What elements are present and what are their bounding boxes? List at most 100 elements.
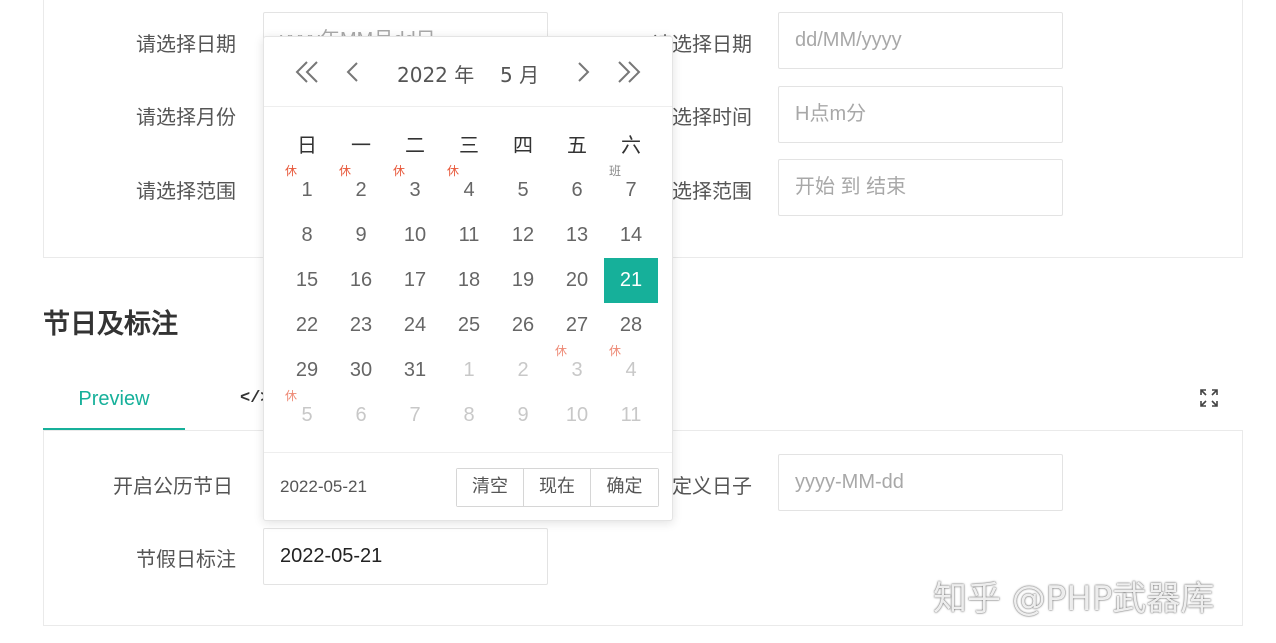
month-label: 请选择月份: [136, 105, 236, 129]
day-number: 6: [571, 179, 583, 201]
prev-year-icon[interactable]: [292, 57, 322, 87]
clear-button[interactable]: 清空: [457, 469, 524, 506]
day-number: 26: [511, 314, 535, 336]
calendar-day[interactable]: 18: [442, 258, 496, 303]
holiday-mark: 休: [447, 164, 460, 178]
holiday-toggle-label: 开启公历节日: [113, 474, 233, 498]
calendar-day[interactable]: 13: [550, 213, 604, 258]
day-number: 19: [511, 269, 535, 291]
picker-month[interactable]: 5 月: [500, 59, 539, 88]
calendar-day[interactable]: 6: [550, 168, 604, 213]
calendar-day[interactable]: 休1: [280, 164, 334, 213]
day-number: 4: [463, 179, 475, 201]
tab-preview[interactable]: Preview: [43, 378, 185, 431]
calendar-day[interactable]: 1: [442, 348, 496, 393]
calendar-day[interactable]: 6: [334, 393, 388, 438]
prev-month-icon[interactable]: [338, 57, 368, 87]
calendar-day[interactable]: 8: [442, 393, 496, 438]
range-input[interactable]: 开始 到 结束: [778, 159, 1063, 216]
weekday-label: 五: [567, 133, 587, 157]
day-number: 2: [517, 359, 529, 381]
holiday-mark-input[interactable]: 2022-05-21: [263, 528, 548, 585]
calendar-day[interactable]: 休3: [388, 164, 442, 213]
calendar-week-row: 休1休2休3休456班7: [280, 164, 658, 213]
calendar-week-row: 休 5 6 7 8 9 10 11: [280, 389, 658, 438]
calendar-day[interactable]: 19: [496, 258, 550, 303]
calendar-day[interactable]: 30: [334, 348, 388, 393]
day-number: 3: [409, 179, 421, 201]
day-number: 2: [355, 179, 367, 201]
calendar-day[interactable]: 5: [496, 168, 550, 213]
calendar-day[interactable]: 14: [604, 213, 658, 258]
workday-mark: 班: [609, 164, 622, 178]
date-input-ddmmyyyy[interactable]: dd/MM/yyyy: [778, 12, 1063, 69]
weekday-header: 日一二三四五六: [280, 122, 658, 168]
day-number: 30: [349, 359, 373, 381]
calendar-day[interactable]: 24: [388, 303, 442, 348]
fullscreen-icon[interactable]: [1199, 388, 1219, 408]
calendar-grid: 日一二三四五六 休 1 休 2 休 3 休 4 5 6 班 7 8 9 10 11 12 13 14 15 16 17 18…: [280, 122, 658, 438]
calendar-day[interactable]: 9: [496, 393, 550, 438]
calendar-day[interactable]: 休4: [604, 344, 658, 393]
calendar-day[interactable]: 23: [334, 303, 388, 348]
picker-button-group: 清空 现在 确定: [456, 468, 659, 507]
day-number: 12: [511, 224, 535, 246]
picker-selected-value: 2022-05-21: [280, 477, 367, 496]
now-button[interactable]: 现在: [524, 469, 591, 506]
day-number: 14: [619, 224, 643, 246]
calendar-day[interactable]: 22: [280, 303, 334, 348]
custom-day-input[interactable]: yyyy-MM-dd: [778, 454, 1063, 511]
calendar-day[interactable]: 2: [496, 348, 550, 393]
calendar-day[interactable]: 11: [604, 393, 658, 438]
calendar-day[interactable]: 10: [550, 393, 604, 438]
calendar-day-selected[interactable]: 21: [604, 258, 658, 303]
day-number: 28: [619, 314, 643, 336]
calendar-day[interactable]: 12: [496, 213, 550, 258]
day-number: 27: [565, 314, 589, 336]
calendar-day[interactable]: 16: [334, 258, 388, 303]
day-number: 20: [565, 269, 589, 291]
calendar-day[interactable]: 17: [388, 258, 442, 303]
calendar-day[interactable]: 休4: [442, 164, 496, 213]
calendar-day[interactable]: 26: [496, 303, 550, 348]
calendar-day[interactable]: 9: [334, 213, 388, 258]
next-month-icon[interactable]: [568, 57, 598, 87]
calendar-day[interactable]: 7: [388, 393, 442, 438]
calendar-week-row: 8 9 10 11 12 13 14: [280, 213, 658, 258]
day-number: 1: [301, 179, 313, 201]
day-number: 24: [403, 314, 427, 336]
picker-year[interactable]: 2022 年: [397, 59, 474, 88]
calendar-week-row: 29 30 31 1 2 休 3 休 4: [280, 344, 658, 393]
day-number: 29: [295, 359, 319, 381]
calendar-day[interactable]: 20: [550, 258, 604, 303]
holiday-mark: 休: [285, 164, 298, 178]
day-number: 8: [463, 404, 475, 426]
day-number: 7: [409, 404, 421, 426]
day-number: 4: [625, 359, 637, 381]
time-input[interactable]: H点m分: [778, 86, 1063, 143]
holiday-mark-label: 节假日标注: [136, 547, 236, 571]
calendar-day[interactable]: 31: [388, 348, 442, 393]
day-number: 7: [625, 179, 637, 201]
confirm-button[interactable]: 确定: [591, 469, 658, 506]
picker-footer: 2022-05-21 清空 现在 确定: [264, 452, 672, 522]
holiday-mark: 休: [339, 164, 352, 178]
calendar-day[interactable]: 班7: [604, 164, 658, 213]
calendar-day[interactable]: 10: [388, 213, 442, 258]
calendar-day[interactable]: 8: [280, 213, 334, 258]
calendar-day[interactable]: 25: [442, 303, 496, 348]
calendar-day[interactable]: 11: [442, 213, 496, 258]
day-number: 1: [463, 359, 475, 381]
date-label: 请选择日期: [136, 32, 236, 56]
range-label: 请选择范围: [136, 179, 236, 203]
calendar-day[interactable]: 休2: [334, 164, 388, 213]
calendar-day[interactable]: 15: [280, 258, 334, 303]
day-number: 11: [458, 224, 480, 246]
calendar-day[interactable]: 休3: [550, 344, 604, 393]
next-year-icon[interactable]: [614, 57, 644, 87]
holiday-mark: 休: [285, 389, 298, 403]
calendar-day[interactable]: 休5: [280, 389, 334, 438]
day-number: 6: [355, 404, 367, 426]
day-number: 31: [403, 359, 427, 381]
day-number: 11: [620, 404, 642, 426]
